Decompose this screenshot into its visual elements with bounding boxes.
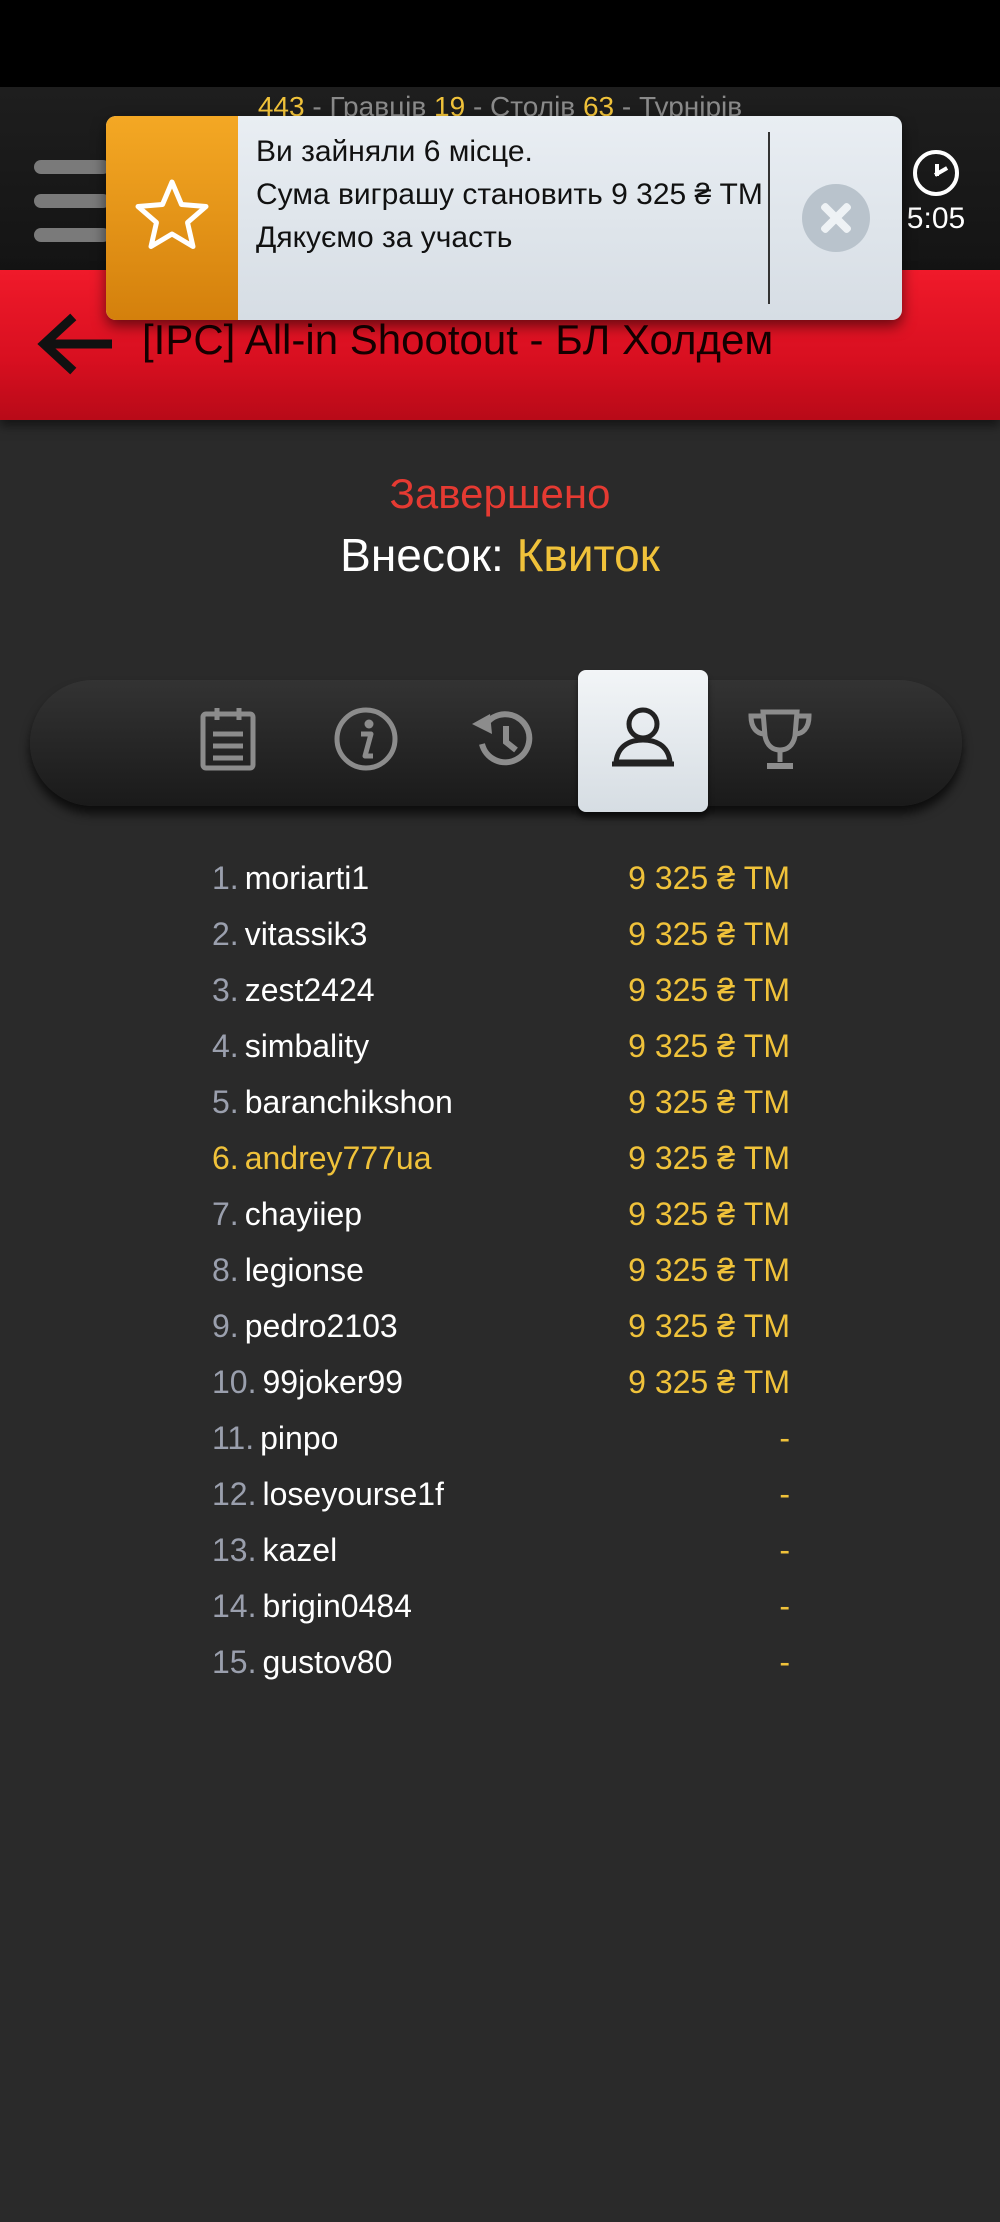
player-row[interactable]: 8. legionse 9 325 ₴ ТМ (212, 1242, 790, 1298)
player-rank: 9. (212, 1308, 239, 1344)
player-name: andrey777ua (244, 1140, 432, 1176)
player-row[interactable]: 14. brigin0484 - (212, 1578, 790, 1634)
clipboard-icon[interactable] (193, 704, 263, 774)
player-prize: 9 325 ₴ ТМ (628, 972, 790, 1008)
player-prize: - (779, 1532, 790, 1568)
player-name: kazel (262, 1532, 338, 1568)
user-icon[interactable] (608, 700, 678, 770)
clock: 5:05 (900, 150, 972, 236)
system-status-bar (0, 0, 1000, 87)
notification-line-prize: Сума виграшу становить 9 325 ₴ ТМ (256, 178, 763, 211)
tournament-tabs (30, 670, 962, 812)
player-row[interactable]: 5. baranchikshon 9 325 ₴ ТМ (212, 1074, 790, 1130)
player-rank: 12. (212, 1476, 257, 1512)
player-rank: 14. (212, 1588, 257, 1624)
player-row[interactable]: 4. simbality 9 325 ₴ ТМ (212, 1018, 790, 1074)
buy-in-value: Квиток (516, 529, 660, 581)
buy-in-label: Внесок: (340, 529, 504, 581)
player-prize: 9 325 ₴ ТМ (628, 1364, 790, 1400)
player-prize: 9 325 ₴ ТМ (628, 860, 790, 896)
player-row-current-user[interactable]: 6. andrey777ua 9 325 ₴ ТМ (212, 1130, 790, 1186)
player-name: vitassik3 (244, 916, 368, 952)
player-name: 99joker99 (262, 1364, 404, 1400)
player-name: moriarti1 (244, 860, 370, 896)
back-arrow-icon[interactable] (36, 312, 116, 376)
player-row[interactable]: 7. chayiiep 9 325 ₴ ТМ (212, 1186, 790, 1242)
notification-message: Ви зайняли 6 місце. Сума виграшу станови… (256, 130, 816, 259)
trophy-icon[interactable] (745, 704, 815, 774)
player-name: chayiiep (244, 1196, 363, 1232)
player-rank: 4. (212, 1028, 239, 1064)
clock-time: 5:05 (906, 202, 966, 235)
close-icon[interactable] (802, 184, 870, 252)
player-row[interactable]: 13. kazel - (212, 1522, 790, 1578)
player-prize: 9 325 ₴ ТМ (628, 1196, 790, 1232)
info-icon[interactable] (331, 704, 401, 774)
tournament-status: Завершено (389, 470, 611, 517)
player-row[interactable]: 9. pedro2103 9 325 ₴ ТМ (212, 1298, 790, 1354)
clock-icon (913, 150, 959, 196)
notification-icon-panel (106, 116, 238, 320)
player-rank: 8. (212, 1252, 239, 1288)
player-name: baranchikshon (244, 1084, 453, 1120)
player-prize: 9 325 ₴ ТМ (628, 916, 790, 952)
player-row[interactable]: 2. vitassik3 9 325 ₴ ТМ (212, 906, 790, 962)
player-row[interactable]: 3. zest2424 9 325 ₴ ТМ (212, 962, 790, 1018)
player-row[interactable]: 10. 99joker99 9 325 ₴ ТМ (212, 1354, 790, 1410)
star-icon (132, 176, 212, 256)
player-name: loseyourse1f (262, 1476, 444, 1512)
notification-line-place: Ви зайняли 6 місце. (256, 135, 533, 168)
player-name: gustov80 (262, 1644, 393, 1680)
player-prize: 9 325 ₴ ТМ (628, 1308, 790, 1344)
player-prize: - (779, 1420, 790, 1456)
result-notification: Ви зайняли 6 місце. Сума виграшу станови… (106, 116, 902, 320)
player-name: brigin0484 (262, 1588, 412, 1624)
notification-divider (768, 132, 770, 304)
player-name: legionse (244, 1252, 364, 1288)
player-prize: 9 325 ₴ ТМ (628, 1084, 790, 1120)
player-prize: 9 325 ₴ ТМ (628, 1252, 790, 1288)
player-rank: 15. (212, 1644, 257, 1680)
player-prize: 9 325 ₴ ТМ (628, 1028, 790, 1064)
player-rank: 6. (212, 1140, 239, 1176)
player-row[interactable]: 12. loseyourse1f - (212, 1466, 790, 1522)
player-rank: 2. (212, 916, 239, 952)
player-row[interactable]: 11. pinpo - (212, 1410, 790, 1466)
player-rank: 5. (212, 1084, 239, 1120)
player-rank: 7. (212, 1196, 239, 1232)
player-name: pedro2103 (244, 1308, 398, 1344)
player-name: pinpo (260, 1420, 339, 1456)
players-list: 1. moriarti1 9 325 ₴ ТМ 2. vitassik3 9 325 ₴… (212, 850, 790, 1690)
player-prize: - (779, 1644, 790, 1680)
player-rank: 13. (212, 1532, 257, 1568)
player-name: zest2424 (244, 972, 375, 1008)
menu-icon[interactable] (34, 160, 110, 242)
notification-line-thanks: Дякуємо за участь (256, 221, 513, 254)
player-rank: 10. (212, 1364, 257, 1400)
player-name: simbality (244, 1028, 370, 1064)
buy-in-line: Внесок: Квиток (0, 528, 1000, 582)
player-prize: - (779, 1476, 790, 1512)
player-rank: 3. (212, 972, 239, 1008)
tab-players-active[interactable] (578, 670, 708, 812)
player-rank: 1. (212, 860, 239, 896)
player-rank: 11. (212, 1420, 255, 1456)
tournament-title: [IPC] All-in Shootout - БЛ Холдем (142, 316, 774, 363)
player-prize: - (779, 1588, 790, 1624)
player-row[interactable]: 15. gustov80 - (212, 1634, 790, 1690)
player-row[interactable]: 1. moriarti1 9 325 ₴ ТМ (212, 850, 790, 906)
player-prize: 9 325 ₴ ТМ (628, 1140, 790, 1176)
history-icon[interactable] (468, 704, 538, 774)
